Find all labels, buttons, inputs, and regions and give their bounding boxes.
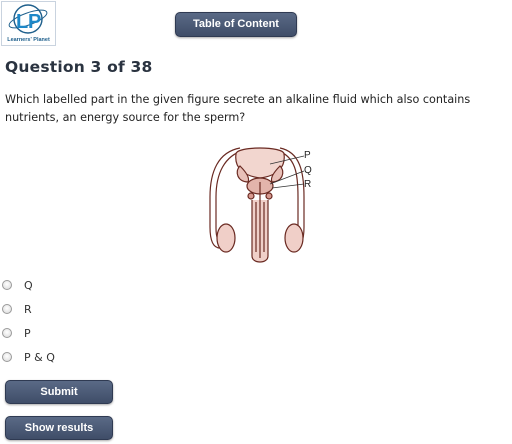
radio-button[interactable] — [2, 280, 12, 290]
show-results-button[interactable]: Show results — [5, 416, 113, 440]
figure-label-p: P — [304, 150, 311, 161]
figure-label-r: R — [304, 179, 312, 190]
option-p[interactable]: P — [2, 326, 31, 340]
radio-button[interactable] — [2, 328, 12, 338]
radio-button[interactable] — [2, 352, 12, 362]
submit-button[interactable]: Submit — [5, 380, 113, 404]
option-q[interactable]: Q — [2, 278, 33, 292]
question-text: Which labelled part in the given figure … — [5, 93, 471, 124]
anatomy-diagram — [209, 147, 305, 263]
radio-button[interactable] — [2, 304, 12, 314]
learners-planet-logo-icon: L P — [8, 4, 48, 34]
table-of-content-button[interactable]: Table of Content — [175, 12, 297, 37]
figure-label-q: Q — [304, 165, 312, 176]
svg-text:L: L — [16, 11, 28, 33]
option-label: P — [24, 326, 31, 340]
question-title: Question 3 of 38 — [5, 58, 153, 76]
option-p-and-q[interactable]: P & Q — [2, 350, 55, 364]
option-r[interactable]: R — [2, 302, 32, 316]
male-reproductive-system-figure: P Q R — [200, 142, 320, 266]
option-label: R — [24, 302, 32, 316]
app-logo: L P Learners' Planet — [1, 1, 56, 46]
option-label: Q — [24, 278, 33, 292]
svg-text:P: P — [28, 11, 41, 33]
option-label: P & Q — [24, 350, 55, 364]
logo-text: Learners' Planet — [7, 37, 50, 43]
